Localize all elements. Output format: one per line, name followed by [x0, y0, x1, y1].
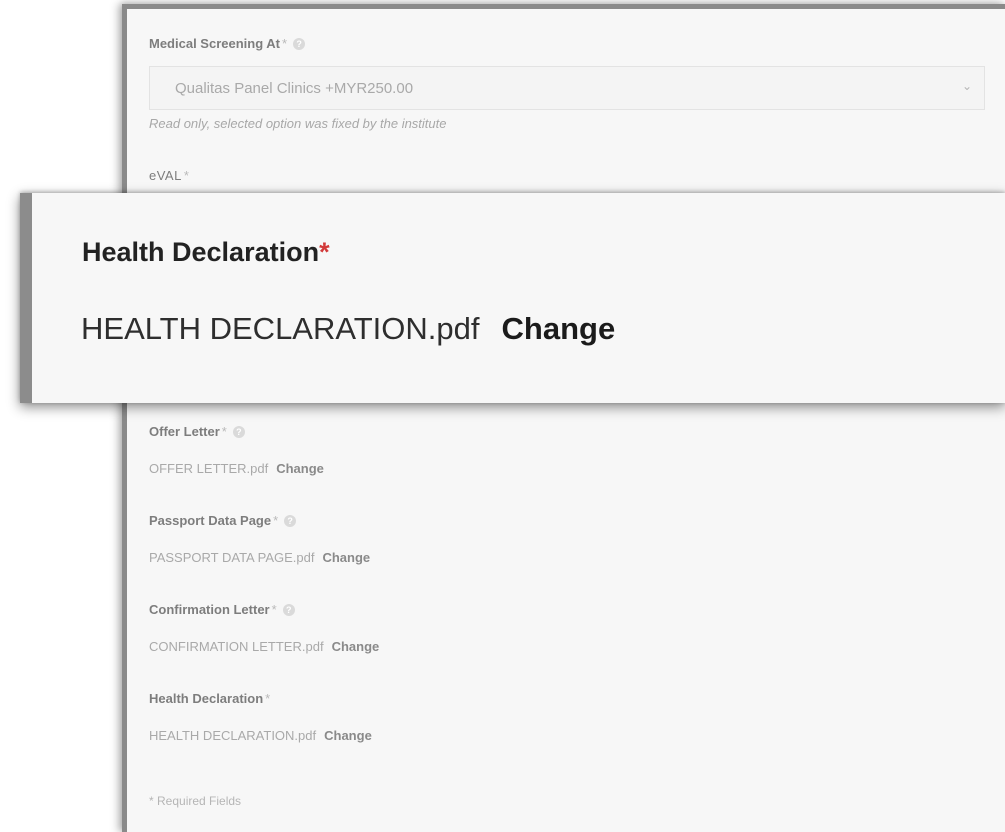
health-declaration-label: Health Declaration *	[149, 691, 270, 706]
required-mark: *	[183, 168, 190, 183]
confirmation-letter-label: Confirmation Letter *?	[149, 602, 295, 617]
question-circle-icon[interactable]: ?	[293, 37, 306, 50]
medical-screening-selected-value: Qualitas Panel Clinics +MYR250.00	[175, 79, 414, 97]
confirmation-letter-file-row: CONFIRMATION LETTER.pdf Change	[149, 639, 379, 654]
eval-label-text: eVAL	[149, 168, 182, 183]
offer-letter-label: Offer Letter *?	[149, 424, 245, 439]
form-panel: Medical Screening At *? Qualitas Panel Cl…	[122, 4, 1005, 832]
health-declaration-zoom-callout: Health Declaration* HEALTH DECLARATION.p…	[20, 193, 1005, 403]
confirmation-letter-change-link[interactable]: Change	[332, 639, 380, 654]
eval-label: eVAL *	[149, 168, 189, 183]
confirmation-letter-label-text: Confirmation Letter	[149, 602, 270, 617]
zoom-change-link[interactable]: Change	[502, 311, 616, 346]
question-circle-icon[interactable]: ?	[282, 603, 295, 616]
required-fields-footnote: * Required Fields	[149, 794, 242, 808]
passport-data-page-change-link[interactable]: Change	[322, 550, 370, 565]
required-mark: *	[221, 424, 227, 439]
health-declaration-filename[interactable]: HEALTH DECLARATION.pdf	[149, 728, 316, 743]
health-declaration-file-row: HEALTH DECLARATION.pdf Change	[149, 728, 372, 743]
zoom-file-row: HEALTH DECLARATION.pdf Change	[81, 311, 615, 347]
required-mark: *	[271, 602, 277, 617]
chevron-down-icon: ⌄	[961, 79, 972, 93]
medical-screening-hint: Read only, selected option was fixed by …	[149, 116, 447, 131]
offer-letter-filename[interactable]: OFFER LETTER.pdf	[149, 461, 268, 476]
zoom-filename[interactable]: HEALTH DECLARATION.pdf	[81, 311, 480, 346]
health-declaration-label-text: Health Declaration	[149, 691, 264, 706]
question-circle-icon[interactable]: ?	[232, 425, 245, 438]
passport-data-page-label-text: Passport Data Page	[149, 513, 272, 528]
medical-screening-select[interactable]: Qualitas Panel Clinics +MYR250.00 ⌄	[149, 66, 985, 110]
offer-letter-file-row: OFFER LETTER.pdf Change	[149, 461, 324, 476]
question-circle-icon[interactable]: ?	[284, 514, 297, 527]
passport-data-page-file-row: PASSPORT DATA PAGE.pdf Change	[149, 550, 370, 565]
required-mark: *	[265, 691, 271, 706]
required-mark: *	[273, 513, 279, 528]
passport-data-page-label: Passport Data Page *?	[149, 513, 297, 528]
required-mark: *	[282, 36, 288, 51]
medical-screening-label-text: Medical Screening At	[149, 36, 280, 51]
confirmation-letter-filename[interactable]: CONFIRMATION LETTER.pdf	[149, 639, 324, 654]
offer-letter-change-link[interactable]: Change	[276, 461, 324, 476]
zoom-title: Health Declaration*	[82, 237, 330, 268]
zoom-title-text: Health Declaration	[82, 237, 320, 267]
required-mark: *	[319, 237, 330, 267]
health-declaration-change-link[interactable]: Change	[324, 728, 372, 743]
offer-letter-label-text: Offer Letter	[149, 424, 220, 439]
passport-data-page-filename[interactable]: PASSPORT DATA PAGE.pdf	[149, 550, 314, 565]
medical-screening-label: Medical Screening At *?	[149, 36, 306, 51]
